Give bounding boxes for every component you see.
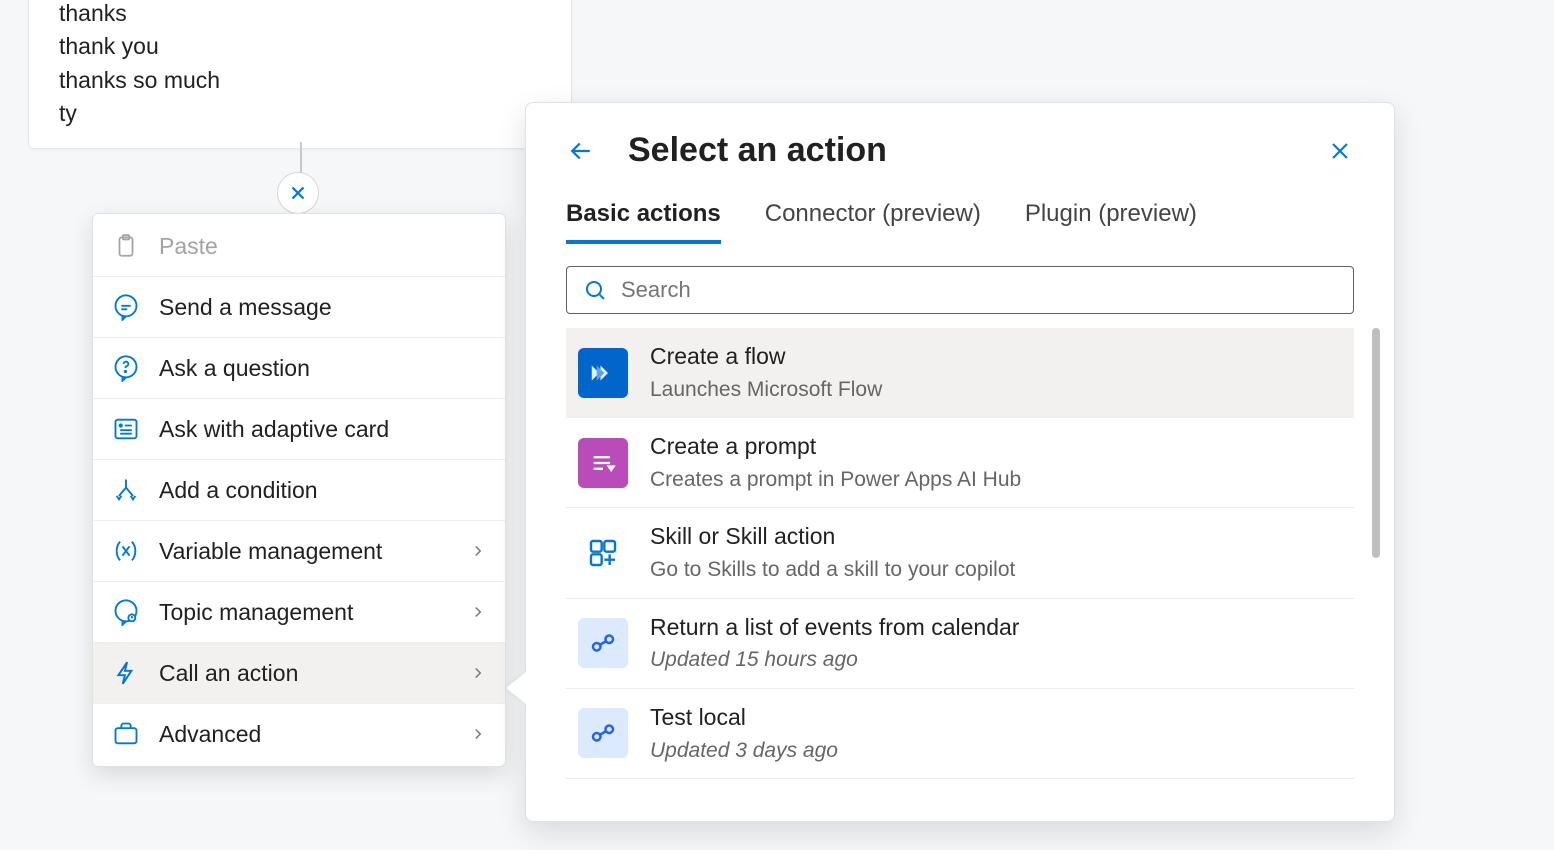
condition-icon (111, 475, 141, 505)
chevron-right-icon (469, 542, 487, 560)
question-icon (111, 353, 141, 383)
action-create-flow[interactable]: Create a flow Launches Microsoft Flow (566, 328, 1354, 418)
paste-icon (111, 231, 141, 261)
flow-icon (578, 348, 628, 398)
menu-label: Ask with adaptive card (159, 416, 389, 443)
action-subtitle: Updated 3 days ago (650, 737, 838, 764)
close-button[interactable] (1326, 137, 1354, 165)
adaptive-card-icon (111, 414, 141, 444)
menu-label: Paste (159, 233, 218, 260)
menu-ask-adaptive[interactable]: Ask with adaptive card (93, 398, 505, 459)
menu-label: Advanced (159, 721, 261, 748)
action-return-events[interactable]: Return a list of events from calendar Up… (566, 599, 1354, 689)
search-box[interactable] (566, 266, 1354, 314)
action-subtitle: Creates a prompt in Power Apps AI Hub (650, 466, 1021, 493)
trigger-phrase: thanks so much (59, 64, 541, 97)
flyout-arrow (506, 672, 526, 704)
menu-label: Topic management (159, 599, 353, 626)
scrollbar[interactable] (1372, 328, 1380, 558)
trigger-phrase: thanks (59, 0, 541, 30)
variable-icon (111, 536, 141, 566)
context-menu: Paste Send a message Ask a question Ask … (92, 213, 506, 767)
menu-label: Ask a question (159, 355, 310, 382)
menu-ask-question[interactable]: Ask a question (93, 337, 505, 398)
action-subtitle: Launches Microsoft Flow (650, 376, 882, 403)
action-icon (111, 658, 141, 688)
trigger-phrases-card: thanks thank you thanks so much ty (28, 0, 572, 149)
menu-add-condition[interactable]: Add a condition (93, 459, 505, 520)
menu-variable-management[interactable]: Variable management (93, 520, 505, 581)
search-input[interactable] (621, 277, 1337, 303)
panel-title: Select an action (628, 131, 1326, 170)
action-title: Test local (650, 703, 838, 733)
prompt-icon (578, 438, 628, 488)
search-icon (583, 278, 607, 302)
action-title: Create a flow (650, 342, 882, 372)
action-title: Create a prompt (650, 432, 1021, 462)
message-icon (111, 292, 141, 322)
menu-paste: Paste (93, 216, 505, 276)
skill-icon (578, 528, 628, 578)
close-icon (287, 182, 309, 204)
menu-label: Call an action (159, 660, 298, 687)
action-test-local[interactable]: Test local Updated 3 days ago (566, 689, 1354, 779)
back-button[interactable] (566, 136, 596, 166)
topic-icon (111, 597, 141, 627)
menu-topic-management[interactable]: Topic management (93, 581, 505, 642)
action-title: Skill or Skill action (650, 522, 1015, 552)
action-title: Return a list of events from calendar (650, 613, 1019, 643)
flow-connector-icon (578, 618, 628, 668)
tab-connector[interactable]: Connector (preview) (765, 200, 981, 244)
menu-send-message[interactable]: Send a message (93, 276, 505, 337)
chevron-right-icon (469, 603, 487, 621)
tabs: Basic actions Connector (preview) Plugin… (566, 200, 1354, 244)
action-subtitle: Go to Skills to add a skill to your copi… (650, 556, 1015, 583)
tab-basic-actions[interactable]: Basic actions (566, 200, 721, 244)
action-list: Create a flow Launches Microsoft Flow Cr… (566, 328, 1354, 779)
tab-plugin[interactable]: Plugin (preview) (1025, 200, 1197, 244)
advanced-icon (111, 719, 141, 749)
action-subtitle: Updated 15 hours ago (650, 646, 1019, 673)
action-skill[interactable]: Skill or Skill action Go to Skills to ad… (566, 508, 1354, 598)
trigger-phrase: ty (59, 97, 541, 130)
menu-label: Add a condition (159, 477, 318, 504)
action-create-prompt[interactable]: Create a prompt Creates a prompt in Powe… (566, 418, 1354, 508)
select-action-panel: Select an action Basic actions Connector… (525, 102, 1395, 822)
trigger-phrase: thank you (59, 30, 541, 63)
add-node-button[interactable] (277, 172, 319, 214)
menu-advanced[interactable]: Advanced (93, 703, 505, 764)
menu-label: Variable management (159, 538, 382, 565)
menu-call-action[interactable]: Call an action (93, 642, 505, 703)
chevron-right-icon (469, 725, 487, 743)
menu-label: Send a message (159, 294, 332, 321)
flow-connector-icon (578, 708, 628, 758)
chevron-right-icon (469, 664, 487, 682)
